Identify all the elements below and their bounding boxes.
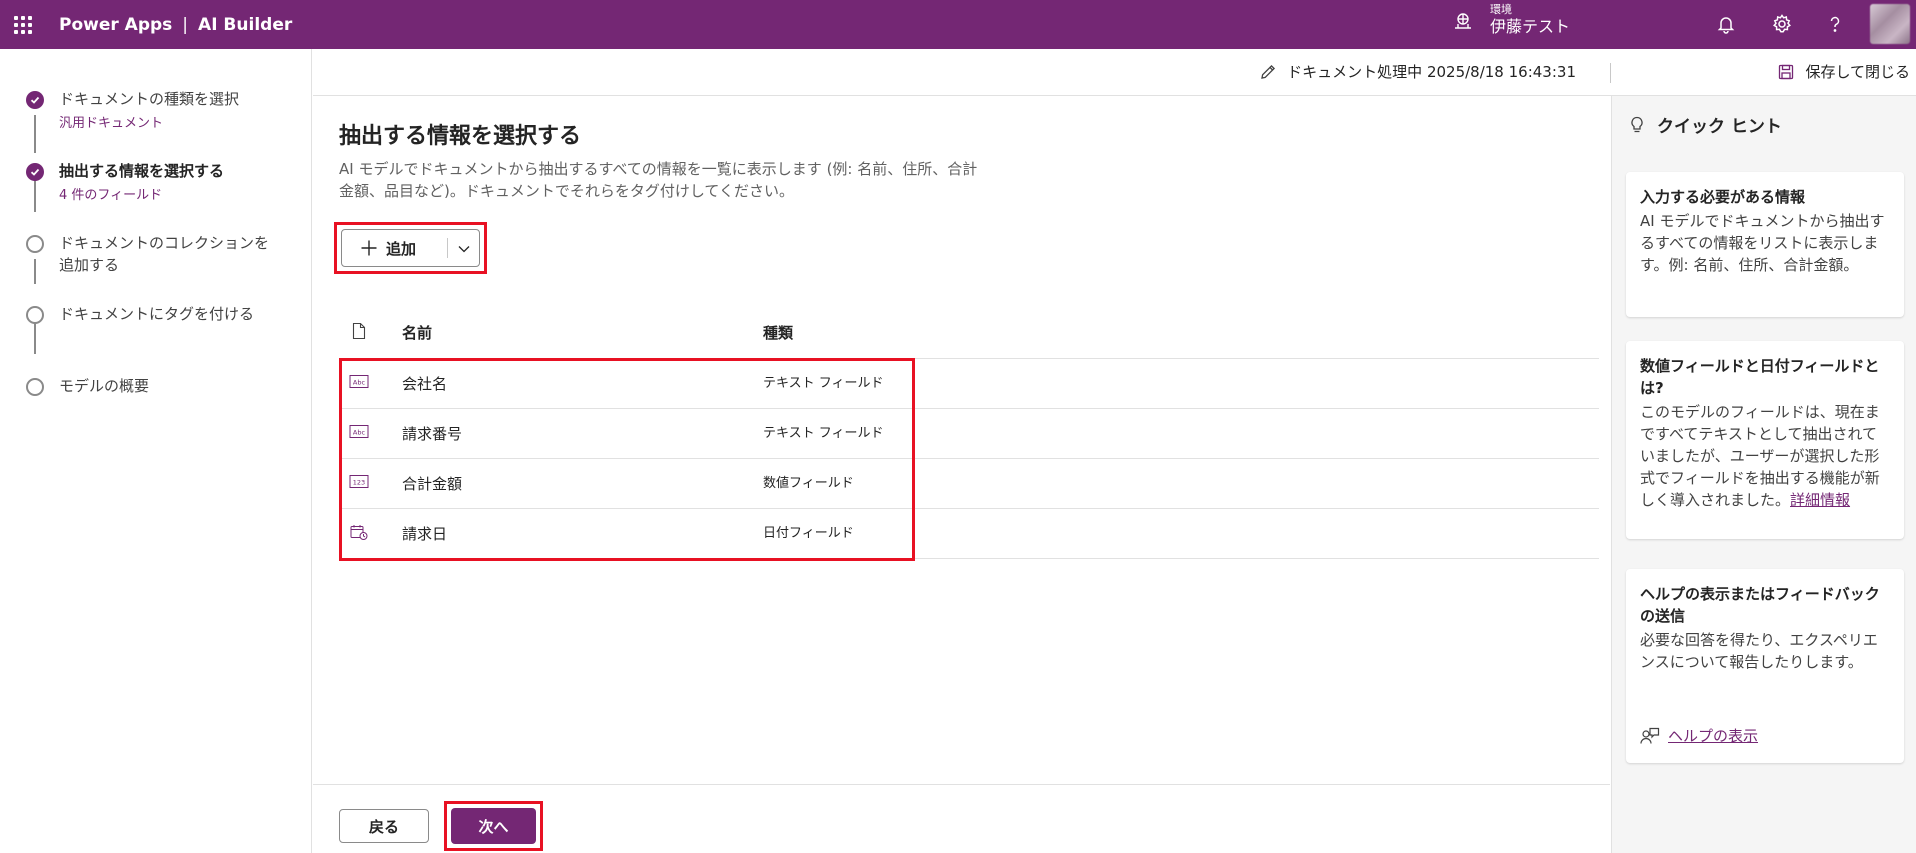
step-subtitle: 汎用ドキュメント <box>59 116 164 131</box>
save-icon <box>1779 64 1794 79</box>
highlight-box: 追加 <box>334 222 487 274</box>
highlight-box: 次へ <box>444 801 543 851</box>
save-status: ドキュメント処理中 2025/8/18 16:43:31 <box>1259 61 1576 82</box>
hint-card-body: 必要な回答を得たり、エクスペリエンスについて報告したりします。 <box>1640 631 1878 671</box>
app-launcher-button[interactable] <box>0 0 46 49</box>
environment-label: 環境 <box>1490 3 1512 16</box>
wizard-steps: ドキュメントの種類を選択 汎用ドキュメント 抽出する情報を選択する 4 件のフィ… <box>0 49 312 853</box>
step-title: 抽出する情報を選択する <box>59 162 225 180</box>
column-header-type[interactable]: 種類 <box>763 322 793 344</box>
hint-card-title: 入力する必要がある情報 <box>1640 188 1806 206</box>
description-line: AI モデルでドキュメントから抽出するすべての情報を一覧に表示します (例: 名… <box>339 160 978 178</box>
plus-icon <box>361 240 377 256</box>
pencil-icon <box>1261 64 1276 79</box>
highlight-box <box>339 358 915 561</box>
description-line: 金額、品目など)。ドキュメントでそれらをタグ付けしてください。 <box>339 182 794 200</box>
page-description: AI モデルでドキュメントから抽出するすべての情報を一覧に表示します (例: 名… <box>339 158 1019 202</box>
bell-icon <box>1717 17 1735 34</box>
step-model-summary[interactable]: モデルの概要 <box>26 375 149 397</box>
step-title: モデルの概要 <box>59 377 150 395</box>
environment-picker[interactable]: 環境 伊藤テスト <box>1452 3 1570 38</box>
command-divider <box>1610 63 1611 83</box>
hint-card: 入力する必要がある情報 AI モデルでドキュメントから抽出するすべての情報をリス… <box>1626 172 1904 317</box>
app-name: Power Apps <box>59 14 173 35</box>
environment-name: 伊藤テスト <box>1490 17 1571 36</box>
step-title-line2: 追加する <box>59 256 120 274</box>
hint-card-body: このモデルのフィールドは、現在まですべてテキストとして抽出されていましたが、ユー… <box>1640 401 1890 511</box>
hint-card-title: 数値フィールドと日付フィールドとは? <box>1640 357 1880 397</box>
question-icon <box>1830 16 1840 32</box>
settings-button[interactable] <box>1770 12 1794 36</box>
add-field-label: 追加 <box>386 239 417 258</box>
hint-card-body: AI モデルでドキュメントから抽出するすべての情報をリストに表示します。例: 名… <box>1640 212 1885 274</box>
step-title: ドキュメントにタグを付ける <box>59 305 255 323</box>
column-header-name[interactable]: 名前 <box>402 322 432 344</box>
command-bar: ドキュメント処理中 2025/8/18 16:43:31 保存して閉じる <box>313 49 1916 96</box>
step-pending-icon <box>26 235 44 253</box>
learn-more-link[interactable]: 詳細情報 <box>1790 491 1850 509</box>
lightbulb-icon <box>1631 116 1643 132</box>
step-document-type[interactable]: ドキュメントの種類を選択 汎用ドキュメント <box>26 88 239 134</box>
back-button[interactable]: 戻る <box>339 809 429 843</box>
product-name: AI Builder <box>198 14 293 35</box>
quick-hints-title-text: クイック ヒント <box>1657 117 1782 137</box>
step-complete-icon <box>26 163 44 181</box>
brand[interactable]: Power Apps | AI Builder <box>59 15 292 35</box>
split-button-divider <box>447 238 448 258</box>
gear-icon <box>1773 14 1791 33</box>
step-select-info[interactable]: 抽出する情報を選択する 4 件のフィールド <box>26 160 224 206</box>
show-help-label: ヘルプの表示 <box>1668 727 1759 745</box>
document-icon <box>352 322 366 340</box>
notifications-button[interactable] <box>1714 12 1738 36</box>
wizard-footer: 戻る 次へ <box>313 784 1610 853</box>
step-title: ドキュメントのコレクションを <box>59 234 270 252</box>
person-feedback-icon <box>1640 727 1660 744</box>
main-content: 抽出する情報を選択する AI モデルでドキュメントから抽出するすべての情報を一覧… <box>313 96 1610 784</box>
save-and-close-label: 保存して閉じる <box>1805 63 1910 81</box>
page-title: 抽出する情報を選択する <box>339 124 582 149</box>
save-status-text: ドキュメント処理中 2025/8/18 16:43:31 <box>1287 63 1576 81</box>
step-add-collection[interactable]: ドキュメントのコレクションを 追加する <box>26 232 269 276</box>
quick-hints-panel: クイック ヒント 入力する必要がある情報 AI モデルでドキュメントから抽出する… <box>1611 96 1916 853</box>
step-tag-documents[interactable]: ドキュメントにタグを付ける <box>26 303 254 325</box>
save-and-close-button[interactable]: 保存して閉じる <box>1777 61 1910 82</box>
step-pending-icon <box>26 378 44 396</box>
step-subtitle: 4 件のフィールド <box>59 188 163 203</box>
fields-table-header: 名前 種類 <box>339 322 1599 359</box>
step-pending-icon <box>26 306 44 324</box>
top-bar: Power Apps | AI Builder 環境 伊藤テスト <box>0 0 1916 49</box>
brand-separator: | <box>182 14 189 35</box>
environment-icon <box>1455 13 1471 29</box>
add-field-button[interactable]: 追加 <box>341 229 480 267</box>
next-button[interactable]: 次へ <box>451 808 536 844</box>
quick-hints-title: クイック ヒント <box>1629 112 1782 137</box>
user-avatar[interactable] <box>1870 4 1910 44</box>
hint-card: 数値フィールドと日付フィールドとは? このモデルのフィールドは、現在まですべてテ… <box>1626 341 1904 539</box>
chevron-down-icon[interactable] <box>456 241 472 257</box>
waffle-icon <box>14 15 32 34</box>
step-complete-icon <box>26 91 44 109</box>
step-title: ドキュメントの種類を選択 <box>59 90 240 108</box>
hint-card-title: ヘルプの表示またはフィードバックの送信 <box>1640 585 1880 625</box>
show-help-link[interactable]: ヘルプの表示 <box>1640 725 1758 746</box>
help-button[interactable] <box>1823 12 1847 36</box>
